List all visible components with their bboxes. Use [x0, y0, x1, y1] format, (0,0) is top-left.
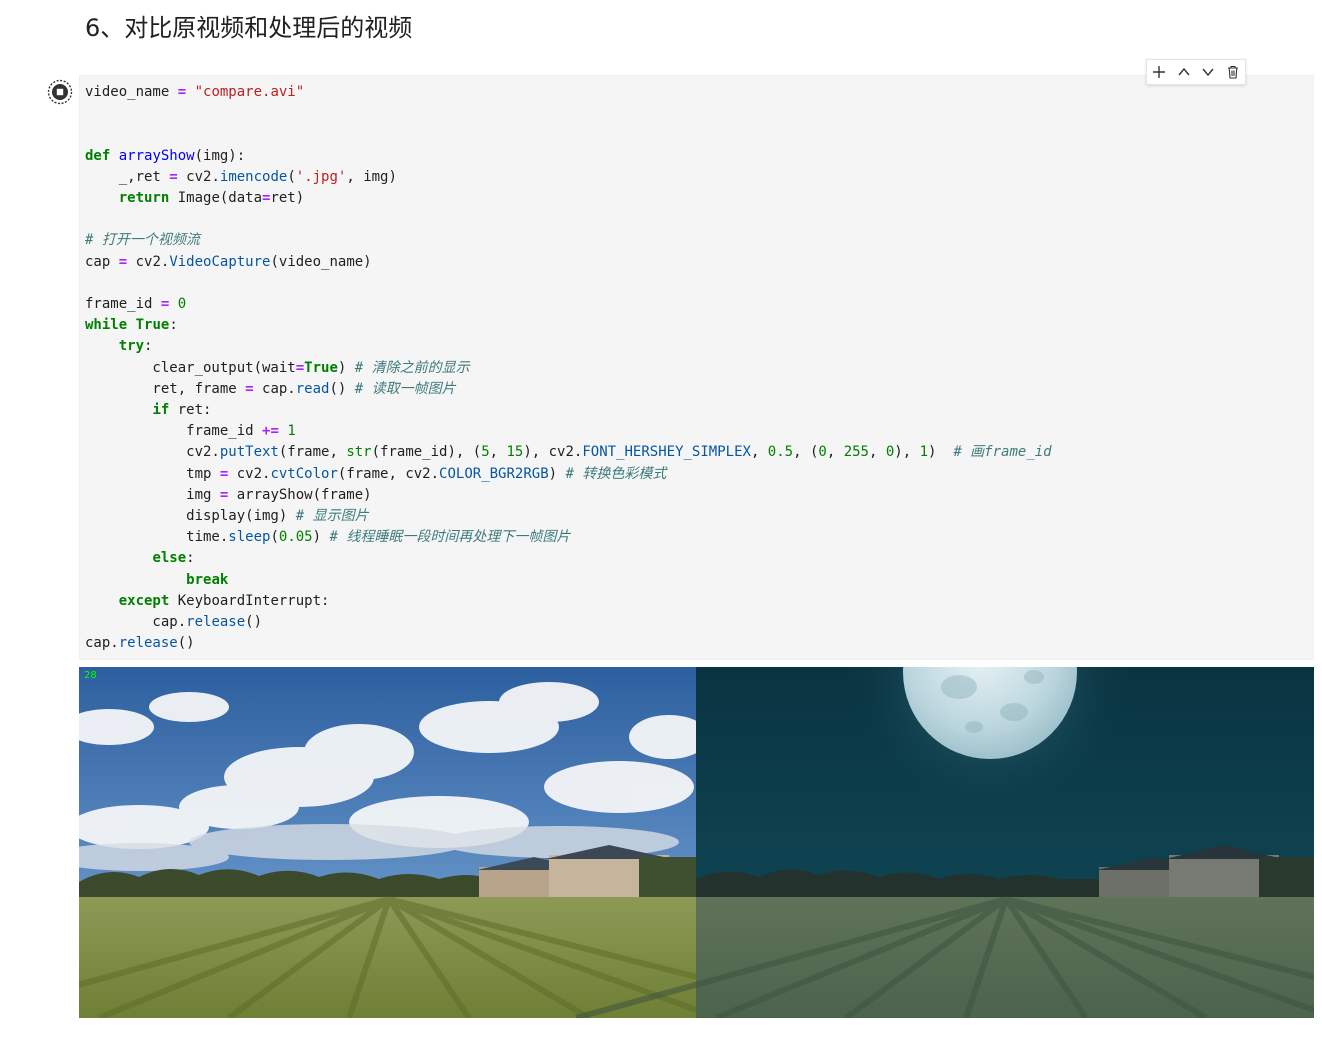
stop-circle-icon — [47, 79, 73, 105]
chevron-down-icon — [1202, 68, 1214, 77]
trash-icon — [1227, 65, 1238, 79]
cell-output: 28 — [79, 667, 1314, 1018]
plus-icon — [1153, 66, 1166, 78]
code-editor[interactable]: video_name = "compare.avi" def arrayShow… — [85, 82, 1052, 654]
frame-counter: 28 — [84, 670, 97, 681]
move-cell-down-button[interactable] — [1198, 62, 1218, 82]
section-heading: 6、对比原视频和处理后的视频 — [85, 14, 413, 42]
chevron-up-icon — [1178, 67, 1190, 76]
delete-cell-button[interactable] — [1223, 62, 1243, 82]
cell-running-indicator[interactable] — [47, 79, 73, 105]
code-cell[interactable]: video_name = "compare.avi" def arrayShow… — [79, 75, 1314, 660]
cell-toolbar — [1146, 59, 1246, 85]
move-cell-up-button[interactable] — [1174, 62, 1194, 82]
add-cell-button[interactable] — [1149, 62, 1169, 82]
video-frame: 28 — [79, 667, 1314, 1018]
